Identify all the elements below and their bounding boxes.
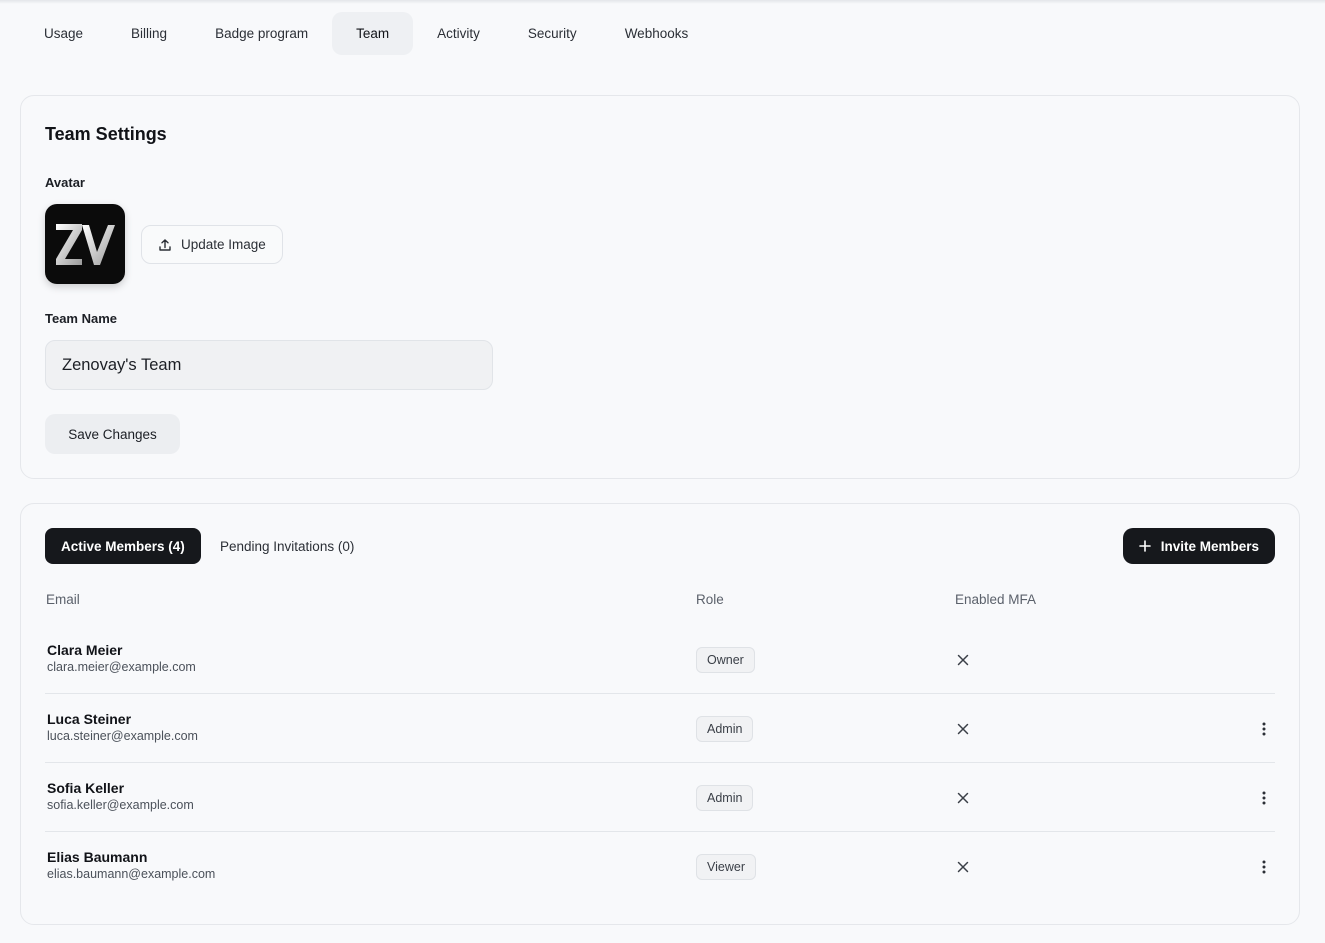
tab-security[interactable]: Security bbox=[504, 12, 601, 55]
member-email: elias.baumann@example.com bbox=[47, 867, 216, 881]
tab-webhooks[interactable]: Webhooks bbox=[601, 12, 713, 55]
member-name: Sofia Keller bbox=[47, 780, 125, 796]
role-badge: Viewer bbox=[696, 854, 756, 880]
tab-badge-program[interactable]: Badge program bbox=[191, 12, 332, 55]
tab-active-members[interactable]: Active Members (4) bbox=[45, 528, 201, 564]
member-email: clara.meier@example.com bbox=[47, 660, 196, 674]
role-badge: Admin bbox=[696, 716, 754, 742]
members-card: Active Members (4) Pending Invitations (… bbox=[20, 503, 1300, 925]
member-name: Clara Meier bbox=[47, 642, 123, 658]
table-row: Luca Steiner luca.steiner@example.com Ad… bbox=[45, 694, 1275, 763]
table-row: Elias Baumann elias.baumann@example.com … bbox=[45, 832, 1275, 901]
tab-usage[interactable]: Usage bbox=[20, 12, 107, 55]
more-vertical-icon bbox=[1262, 860, 1266, 874]
team-settings-card: Team Settings Avatar ZV Update Image Tea… bbox=[20, 95, 1300, 479]
table-row: Clara Meier clara.meier@example.com Owne… bbox=[45, 625, 1275, 694]
update-image-label: Update Image bbox=[181, 237, 266, 252]
more-vertical-icon bbox=[1262, 722, 1266, 736]
member-email: luca.steiner@example.com bbox=[47, 729, 198, 743]
member-email: sofia.keller@example.com bbox=[47, 798, 194, 812]
role-badge: Owner bbox=[696, 647, 755, 673]
invite-members-button[interactable]: Invite Members bbox=[1122, 528, 1275, 564]
member-name: Elias Baumann bbox=[47, 849, 148, 865]
table-row: Sofia Keller sofia.keller@example.com Ad… bbox=[45, 763, 1275, 832]
plus-icon bbox=[1138, 540, 1151, 552]
member-name: Luca Steiner bbox=[47, 711, 132, 727]
team-settings-title: Team Settings bbox=[45, 124, 167, 144]
row-menu-button[interactable] bbox=[1251, 854, 1277, 880]
x-icon bbox=[957, 792, 969, 804]
tab-activity[interactable]: Activity bbox=[413, 12, 504, 55]
tab-billing[interactable]: Billing bbox=[107, 12, 191, 55]
settings-tabs: Usage Billing Badge program Team Activit… bbox=[20, 12, 712, 55]
team-avatar: ZV bbox=[45, 204, 125, 284]
column-header-mfa: Enabled MFA bbox=[955, 592, 1037, 607]
tab-pending-invitations[interactable]: Pending Invitations (0) bbox=[220, 528, 354, 564]
tab-team[interactable]: Team bbox=[332, 12, 414, 55]
update-image-button[interactable]: Update Image bbox=[141, 225, 283, 264]
team-name-label: Team Name bbox=[45, 311, 118, 326]
column-header-email: Email bbox=[46, 592, 80, 607]
more-vertical-icon bbox=[1262, 791, 1266, 805]
role-badge: Admin bbox=[696, 785, 754, 811]
x-icon bbox=[957, 861, 969, 873]
invite-members-label: Invite Members bbox=[1160, 538, 1259, 554]
upload-icon bbox=[159, 238, 171, 251]
save-changes-button[interactable]: Save Changes bbox=[45, 414, 180, 454]
column-header-role: Role bbox=[696, 592, 724, 607]
zv-logo-icon: ZV bbox=[56, 224, 115, 265]
x-icon bbox=[957, 654, 969, 666]
avatar-label: Avatar bbox=[45, 175, 85, 190]
row-menu-button[interactable] bbox=[1251, 785, 1277, 811]
top-edge-shadow bbox=[0, 0, 1325, 4]
x-icon bbox=[957, 723, 969, 735]
team-name-input[interactable] bbox=[45, 340, 493, 390]
row-menu-button[interactable] bbox=[1251, 716, 1277, 742]
